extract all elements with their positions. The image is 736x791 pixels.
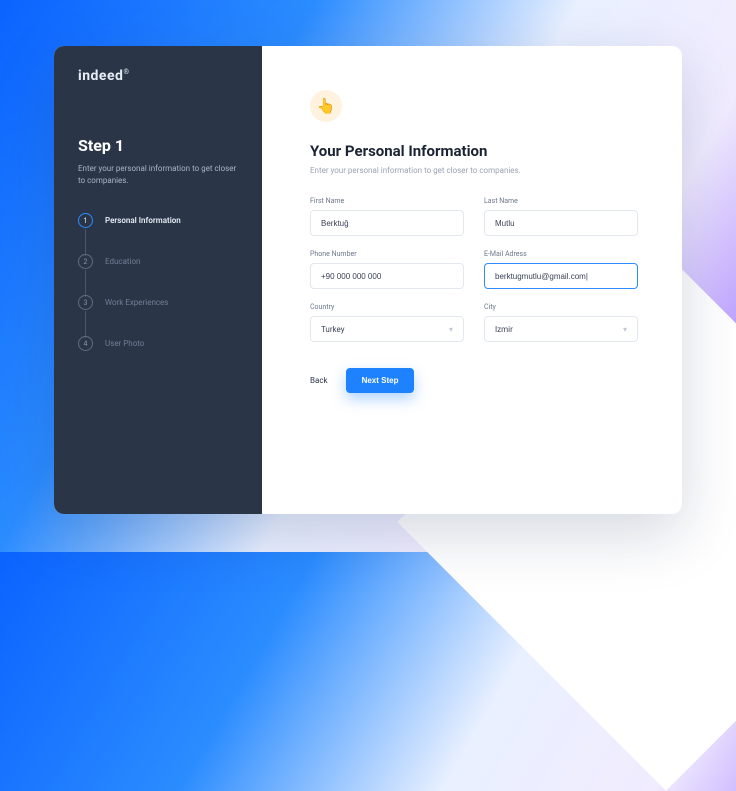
step-personal-info[interactable]: 1 Personal Information (78, 213, 240, 254)
step-education[interactable]: 2 Education (78, 254, 240, 295)
city-select[interactable]: Izmir ▾ (484, 316, 638, 342)
first-name-input[interactable] (310, 210, 464, 236)
next-step-button[interactable]: Next Step (346, 368, 415, 393)
form-panel: 👆 Your Personal Information Enter your p… (262, 46, 682, 514)
sidebar: indeed Step 1 Enter your personal inform… (54, 46, 262, 514)
step-label: Work Experiences (105, 298, 168, 307)
brand-logo: indeed (78, 68, 240, 84)
pointer-icon: 👆 (310, 90, 342, 122)
field-country: Country Turkey ▾ (310, 303, 464, 342)
step-number-icon: 2 (78, 254, 93, 269)
chevron-down-icon: ▾ (623, 325, 627, 334)
label-first-name: First Name (310, 197, 464, 205)
back-button[interactable]: Back (310, 376, 328, 385)
field-first-name: First Name (310, 197, 464, 236)
label-country: Country (310, 303, 464, 311)
country-value: Turkey (321, 325, 344, 334)
field-last-name: Last Name (484, 197, 638, 236)
field-city: City Izmir ▾ (484, 303, 638, 342)
step-list: 1 Personal Information 2 Education 3 Wor… (78, 213, 240, 351)
label-last-name: Last Name (484, 197, 638, 205)
chevron-down-icon: ▾ (449, 325, 453, 334)
step-work-experiences[interactable]: 3 Work Experiences (78, 295, 240, 336)
step-number-icon: 4 (78, 336, 93, 351)
email-input[interactable] (484, 263, 638, 289)
country-select[interactable]: Turkey ▾ (310, 316, 464, 342)
wizard-card: indeed Step 1 Enter your personal inform… (54, 46, 682, 514)
label-city: City (484, 303, 638, 311)
sidebar-subtitle: Enter your personal information to get c… (78, 163, 240, 187)
sidebar-title: Step 1 (78, 136, 240, 155)
step-number-icon: 1 (78, 213, 93, 228)
phone-input[interactable] (310, 263, 464, 289)
step-label: Personal Information (105, 216, 181, 225)
step-label: User Photo (105, 339, 144, 348)
step-label: Education (105, 257, 140, 266)
field-email: E-Mail Adress (484, 250, 638, 289)
label-phone: Phone Number (310, 250, 464, 258)
field-phone: Phone Number (310, 250, 464, 289)
last-name-input[interactable] (484, 210, 638, 236)
form-title: Your Personal Information (310, 142, 638, 160)
form-subtitle: Enter your personal information to get c… (310, 166, 638, 175)
city-value: Izmir (495, 325, 513, 334)
step-number-icon: 3 (78, 295, 93, 310)
step-user-photo[interactable]: 4 User Photo (78, 336, 240, 351)
label-email: E-Mail Adress (484, 250, 638, 258)
